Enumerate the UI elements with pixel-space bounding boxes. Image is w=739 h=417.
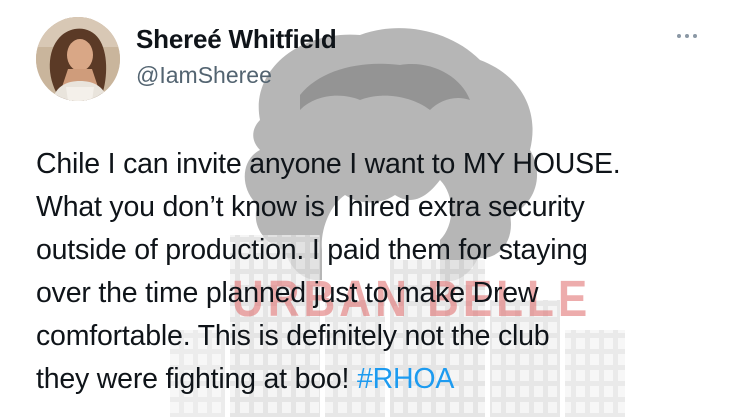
tweet-text-line: comfortable. This is definitely not the … (36, 320, 550, 352)
tweet-text-line: over the time planned just to make Drew (36, 277, 539, 309)
user-handle[interactable]: @IamSheree (136, 62, 272, 89)
more-options-button[interactable] (670, 24, 704, 48)
tweet-text-line-last: they were fighting at boo! #RHOA (36, 358, 716, 401)
tweet-text: Chile I can invite anyone I want to MY H… (36, 143, 716, 401)
hashtag-link[interactable]: #RHOA (357, 363, 454, 395)
tweet-text-line: they were fighting at boo! (36, 363, 357, 395)
tweet-text-line: Chile I can invite anyone I want to MY H… (36, 148, 621, 180)
more-horizontal-icon (677, 34, 681, 38)
tweet-text-line: outside of production. I paid them for s… (36, 234, 588, 266)
tweet-card: URBAN BELLE Shereé Whitfield @IamSheree … (0, 0, 739, 417)
more-horizontal-icon (685, 34, 689, 38)
display-name[interactable]: Shereé Whitfield (136, 24, 337, 55)
avatar[interactable] (36, 17, 120, 101)
tweet-text-line: What you don’t know is I hired extra sec… (36, 191, 585, 223)
more-horizontal-icon (693, 34, 697, 38)
